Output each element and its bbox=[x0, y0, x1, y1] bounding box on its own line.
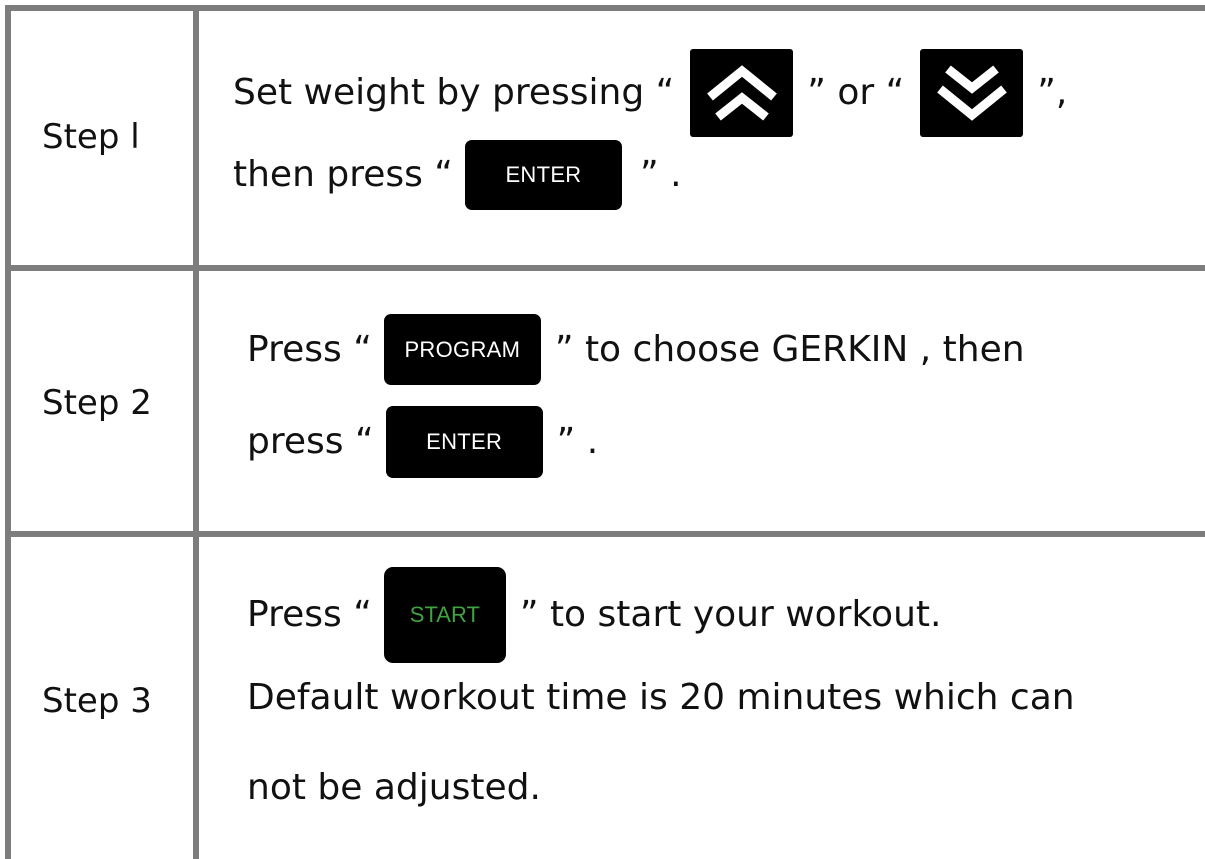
step-1-text-pre: Set weight by pressing “ bbox=[233, 72, 675, 113]
step-1-line-2-pre: then press “ bbox=[233, 154, 453, 195]
step-3-text-post: ” to start your workout. bbox=[519, 594, 942, 635]
step-1-text-post: ”, bbox=[1037, 72, 1068, 113]
step-3-line-1: Press “ START ” to start your workout. bbox=[247, 567, 941, 663]
step-2-line-1: Press “ PROGRAM ” to choose GERKIN , the… bbox=[247, 314, 1025, 385]
step-3-line-2: Default workout time is 20 minutes which… bbox=[247, 677, 1075, 718]
chevron-double-down-icon bbox=[936, 65, 1007, 121]
down-key[interactable] bbox=[920, 49, 1024, 137]
start-button[interactable]: START bbox=[383, 567, 506, 663]
step-2-line-2: press “ ENTER ” . bbox=[247, 406, 598, 478]
step-1-line-2: then press “ ENTER ” . bbox=[233, 140, 682, 210]
step-1-label: Step l bbox=[42, 117, 140, 157]
chevron-double-up-icon bbox=[706, 65, 777, 121]
table-border-top bbox=[5, 5, 1205, 11]
step-1-line-1: Set weight by pressing “ ” or “ ”, bbox=[233, 49, 1067, 137]
enter-button[interactable]: ENTER bbox=[385, 406, 543, 478]
instruction-table: Step l Set weight by pressing “ ” or “ ”… bbox=[0, 0, 1205, 859]
step-2-label: Step 2 bbox=[42, 383, 152, 423]
program-button[interactable]: PROGRAM bbox=[383, 314, 541, 385]
step-1-text-mid: ” or “ bbox=[807, 72, 905, 113]
step-2-text-pre: Press “ bbox=[247, 328, 372, 370]
row-divider-1 bbox=[5, 265, 1205, 271]
step-2-line-2-post: ” . bbox=[556, 421, 599, 462]
row-divider-2 bbox=[5, 531, 1205, 537]
up-key[interactable] bbox=[690, 49, 794, 137]
step-3-label: Step 3 bbox=[42, 681, 152, 721]
table-column-divider bbox=[193, 5, 199, 859]
step-3-line-3: not be adjusted. bbox=[247, 767, 541, 808]
step-1-line-2-post: ” . bbox=[639, 154, 682, 195]
table-border-left bbox=[5, 5, 11, 859]
step-2-line-2-pre: press “ bbox=[247, 421, 374, 462]
enter-button[interactable]: ENTER bbox=[464, 140, 622, 210]
step-3-text-pre: Press “ bbox=[247, 594, 372, 635]
step-2-text-post: ” to choose GERKIN , then bbox=[554, 328, 1025, 370]
